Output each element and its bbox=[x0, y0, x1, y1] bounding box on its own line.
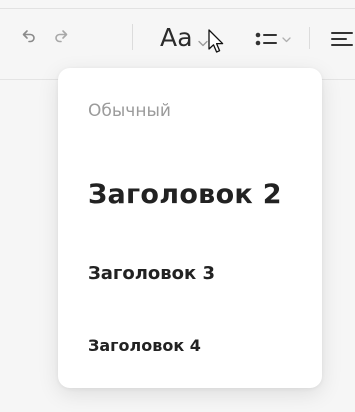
align-button[interactable] bbox=[330, 28, 355, 50]
toolbar-separator bbox=[309, 27, 310, 49]
toolbar-separator bbox=[132, 24, 133, 50]
mouse-pointer-icon bbox=[208, 29, 224, 53]
menu-item-normal[interactable]: Обычный bbox=[88, 101, 312, 121]
editor-window: Aa Обычный Заголовок 2 Заголовок 3 Загол… bbox=[0, 0, 355, 412]
bulleted-list-icon bbox=[255, 32, 291, 46]
menu-item-heading-4[interactable]: Заголовок 4 bbox=[88, 336, 312, 355]
list-style-button[interactable] bbox=[252, 28, 300, 50]
menu-item-heading-2[interactable]: Заголовок 2 bbox=[88, 179, 312, 210]
align-left-icon bbox=[331, 32, 353, 46]
text-style-label: Aa bbox=[160, 22, 193, 52]
redo-icon bbox=[55, 30, 68, 43]
undo-button[interactable] bbox=[18, 25, 40, 47]
text-style-button[interactable]: Aa bbox=[160, 22, 193, 52]
text-style-menu: Обычный Заголовок 2 Заголовок 3 Заголово… bbox=[58, 68, 322, 388]
redo-button[interactable] bbox=[50, 25, 72, 47]
menu-item-heading-3[interactable]: Заголовок 3 bbox=[88, 263, 312, 284]
undo-icon bbox=[22, 30, 35, 43]
